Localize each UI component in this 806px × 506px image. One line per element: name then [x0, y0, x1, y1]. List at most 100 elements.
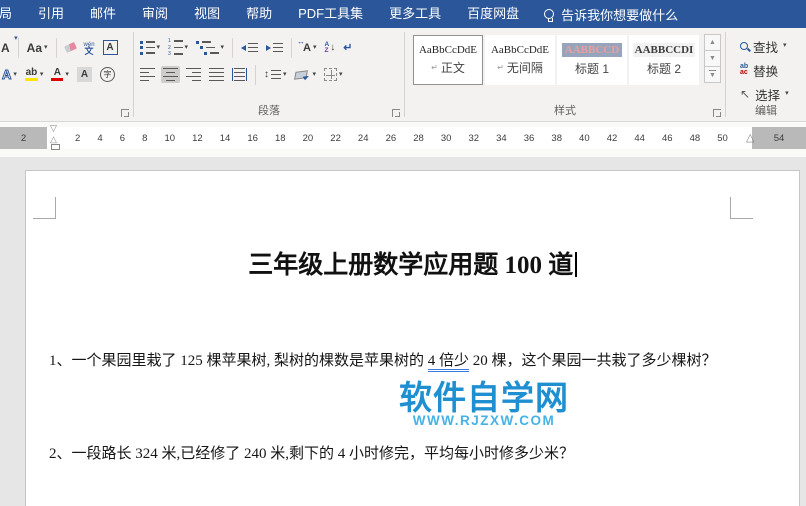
menu-tab[interactable]: 局	[0, 0, 25, 28]
menu-tab[interactable]: PDF工具集	[285, 0, 376, 28]
bullets-button[interactable]: ▾	[138, 39, 162, 57]
change-case-button[interactable]: Aa ▾	[25, 39, 50, 57]
asian-layout-button[interactable]: ↔ A ▾	[297, 37, 318, 56]
sort-button[interactable]: A Z ↓	[323, 40, 338, 56]
watermark: 软件自学网 WWW.RJZXW.COM	[359, 381, 609, 429]
paragraph-group: ▾ 123 ▾ ▾ ↔ A ▾ A Z ↓ ↵ ↕ ▾ ▾ ▾ 段落	[134, 28, 404, 121]
show-hide-marks-button[interactable]: ↵	[341, 39, 354, 56]
ruler-number: 32	[468, 132, 480, 144]
document-title[interactable]: 三年级上册数学应用题 100 道	[26, 245, 799, 281]
menu-tab[interactable]: 审阅	[129, 0, 181, 28]
right-indent-marker[interactable]: △	[746, 133, 754, 144]
left-indent-marker[interactable]	[51, 144, 60, 150]
distribute-icon	[232, 67, 247, 82]
shading-button[interactable]: ▾	[293, 69, 319, 81]
line-spacing-icon: ↕	[264, 69, 281, 80]
line-spacing-button[interactable]: ↕ ▾	[262, 67, 289, 82]
font-dialog-launcher[interactable]	[121, 109, 129, 117]
character-shading-button[interactable]: A	[75, 65, 94, 84]
ruler-number: 22	[330, 132, 341, 144]
style-gallery-more-button[interactable]: ▼	[704, 66, 721, 83]
numbering-button[interactable]: 123 ▾	[166, 37, 190, 58]
lightbulb-icon	[544, 9, 555, 22]
ruler-number: 38	[551, 132, 562, 144]
ruler-number: 4	[97, 132, 103, 144]
enclose-characters-button[interactable]: 字	[98, 65, 117, 84]
bullets-icon	[140, 40, 155, 55]
style-scroll-up-button[interactable]: ▲	[704, 34, 721, 51]
ruler-number: 30	[440, 132, 452, 144]
ruler-number: 50	[717, 132, 728, 144]
highlight-color-button[interactable]: ab ▾	[23, 66, 46, 84]
borders-icon	[324, 68, 338, 81]
ruler-number: 44	[634, 132, 645, 144]
paragraph-dialog-launcher[interactable]	[392, 109, 400, 117]
align-center-button[interactable]	[161, 65, 180, 84]
style-gallery-scroll: ▲ ▼ ▼	[704, 34, 721, 83]
menu-tab[interactable]: 更多工具	[376, 0, 454, 28]
enclose-characters-icon: 字	[99, 67, 115, 82]
align-left-button[interactable]	[138, 66, 157, 84]
replace-button[interactable]: ab ac 替换	[726, 58, 806, 82]
style-card-normal[interactable]: AaBbCcDdE ↵ 正文	[413, 35, 483, 85]
style-card-heading2[interactable]: AABBCCDI 标题 2	[629, 35, 699, 85]
ruler-number: 36	[523, 132, 535, 144]
text-effects-icon: A	[1, 67, 12, 83]
problem-2[interactable]: 2、一段路长 324 米,已经修了 240 米,剩下的 4 小时修完，平均每小时…	[26, 442, 799, 463]
styles-group-label: 样式	[554, 105, 576, 117]
increase-indent-icon	[266, 42, 284, 53]
first-line-indent-marker[interactable]: ▽	[50, 124, 57, 133]
ruler-number: 42	[606, 132, 618, 144]
sort-icon: A Z ↓	[324, 40, 336, 54]
ruler-left-margin: 2	[0, 127, 47, 149]
menu-tab[interactable]: 视图	[181, 0, 233, 28]
clear-formatting-button[interactable]	[63, 42, 78, 53]
ruler-number: 8	[142, 132, 148, 144]
shrink-font-button[interactable]: A ▾	[0, 35, 18, 56]
watermark-url: WWW.RJZXW.COM	[412, 413, 556, 428]
ruler-number: 18	[275, 132, 286, 144]
ruler-number: 12	[192, 132, 203, 144]
search-icon	[740, 42, 748, 50]
find-button[interactable]: 查找 ▾	[726, 34, 806, 58]
style-gallery: AaBbCcDdE ↵ 正文 AaBbCcDdE ↵ 无间隔 AABBCCD 标题 …	[405, 34, 725, 85]
multilevel-list-button[interactable]: ▾	[194, 39, 226, 57]
justify-icon	[209, 67, 224, 82]
font-group: A ▾ Aa ▾ wén 文 A A ▾ ab ▾ A ▾ A 字	[0, 28, 133, 121]
font-color-button[interactable]: A ▾	[49, 66, 71, 84]
justify-button[interactable]	[207, 66, 226, 84]
eraser-icon	[63, 42, 77, 53]
text-effects-button[interactable]: A ▾	[1, 65, 19, 84]
style-card-heading1[interactable]: AABBCCD 标题 1	[557, 35, 627, 85]
ruler-number: 24	[357, 132, 369, 144]
ruler-right-margin: 54	[752, 127, 806, 149]
styles-dialog-launcher[interactable]	[713, 109, 721, 117]
menu-tab[interactable]: 百度网盘	[454, 0, 532, 28]
borders-button[interactable]: ▾	[322, 66, 345, 83]
tell-me-search[interactable]: 告诉我你想要做什么	[544, 5, 678, 24]
document-page[interactable]: 三年级上册数学应用题 100 道 1、一个果园里栽了 125 棵苹果树, 梨树的…	[25, 170, 800, 506]
menu-tab[interactable]: 帮助	[233, 0, 285, 28]
menu-tabs: 局引用 邮件 审阅 视图 帮助 PDF工具集 更多工具 百度网盘	[0, 0, 532, 28]
highlight-icon: ab	[24, 67, 38, 82]
decrease-indent-button[interactable]	[239, 41, 260, 55]
menu-tab[interactable]: 引用	[25, 0, 77, 28]
editing-group-label: 编辑	[755, 105, 777, 117]
style-card-no-spacing[interactable]: AaBbCcDdE ↵ 无间隔	[485, 35, 555, 85]
menu-tab[interactable]: 邮件	[77, 0, 129, 28]
align-right-button[interactable]	[184, 66, 203, 84]
distribute-button[interactable]	[230, 66, 249, 84]
align-center-icon	[163, 67, 178, 82]
ruler: 2 2 4 6 8 10 12 14 16 18 20 22 24 26 28 30 32 34 36 38 40 42…	[0, 122, 806, 157]
style-scroll-down-button[interactable]: ▼	[704, 50, 721, 67]
numbering-icon: 123	[168, 39, 183, 57]
hanging-indent-marker[interactable]: △	[50, 135, 57, 144]
phonetic-guide-button[interactable]: wén 文	[82, 40, 97, 56]
paragraph-mark-icon: ↵	[343, 42, 353, 54]
tell-me-label: 告诉我你想要做什么	[561, 7, 679, 23]
problem-1[interactable]: 1、一个果园里栽了 125 棵苹果树, 梨树的棵数是苹果树的 4 倍少 20 棵…	[26, 349, 799, 372]
character-border-button[interactable]: A	[101, 38, 120, 57]
ruler-number: 26	[385, 132, 397, 144]
increase-indent-button[interactable]	[264, 41, 285, 55]
decrease-indent-icon	[241, 42, 259, 53]
